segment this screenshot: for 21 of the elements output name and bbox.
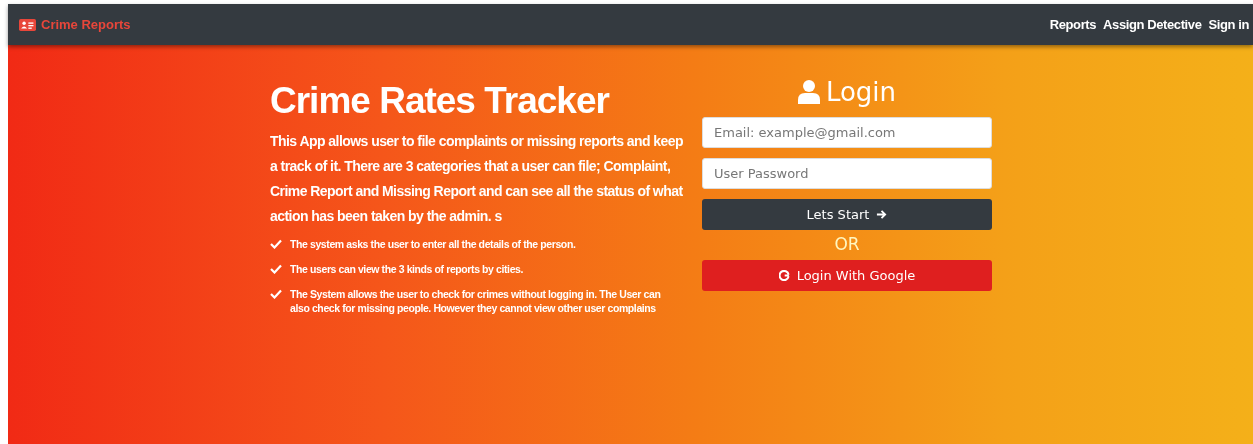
email-field[interactable]: Email: example@gmail.com bbox=[702, 117, 992, 148]
password-field[interactable]: User Password bbox=[702, 158, 992, 189]
feature-text: The users can view the 3 kinds of reports by cities. bbox=[290, 262, 525, 276]
google-g-icon bbox=[778, 270, 790, 281]
nav-link[interactable]: Reports bbox=[1049, 17, 1097, 32]
google-login-button[interactable]: Login With Google bbox=[702, 260, 992, 291]
check-icon bbox=[270, 289, 282, 299]
page-title: Crime Rates Tracker bbox=[270, 79, 611, 123]
feature-text: The System allows the user to check for crimes without logging in. The User can also check for missing people. However they cannot view other user complains bbox=[290, 287, 662, 315]
check-icon bbox=[270, 264, 282, 274]
description-text: This App allows user to file complaints or missing reports and keep a track of it. There are 3 categories that a user can file; Complaint, Crime Report and Missing Report and can see all the status of what action has been taken by the admin. s bbox=[270, 132, 685, 226]
start-button[interactable]: Lets Start bbox=[702, 199, 992, 230]
arrow-right-icon bbox=[876, 209, 888, 220]
login-title: Login bbox=[825, 77, 897, 107]
feature-text: The system asks the user to enter all the details of the person. bbox=[290, 237, 577, 251]
nav-link[interactable]: Assign Detective bbox=[1103, 17, 1202, 32]
id-card-icon bbox=[19, 18, 36, 31]
check-icon bbox=[270, 239, 282, 249]
separator-text: OR bbox=[833, 233, 861, 255]
nav-link[interactable]: Sign in bbox=[1208, 17, 1249, 32]
user-icon bbox=[797, 80, 820, 104]
